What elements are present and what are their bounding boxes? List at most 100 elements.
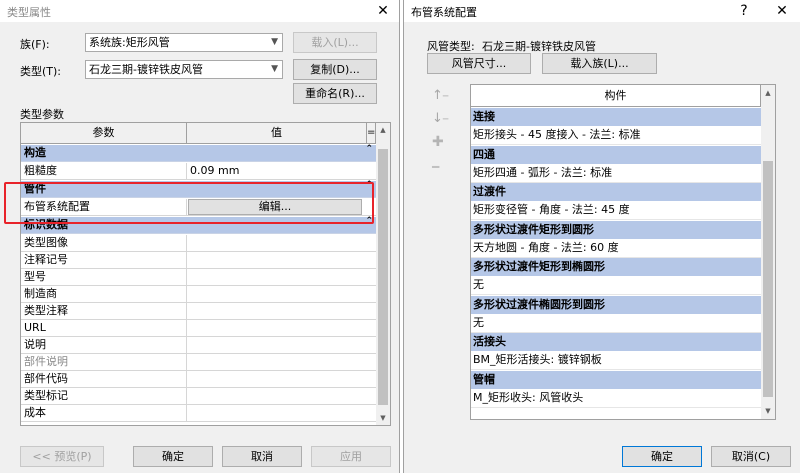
list-item[interactable]: 矩形变径管 - 角度 - 法兰: 45 度 — [471, 201, 761, 220]
grid-row[interactable]: 类型图像 — [21, 235, 376, 252]
section-label: 构造 — [24, 146, 46, 159]
list-section-header: 多形状过渡件矩形到椭圆形 — [471, 258, 761, 276]
list-item[interactable]: 无 — [471, 313, 761, 333]
list-item[interactable]: BM_矩形活接头: 镀锌钢板 — [471, 351, 761, 370]
scroll-up-icon[interactable]: ▲ — [376, 126, 390, 134]
chevron-down-icon: ▼ — [271, 64, 278, 74]
divider — [186, 354, 187, 371]
family-label: 族(F): — [20, 38, 50, 51]
move-up-icon[interactable]: ↑─ — [432, 88, 448, 103]
close-icon[interactable]: ✕ — [373, 2, 393, 20]
type-select[interactable]: 石龙三期-镀锌铁皮风管 ▼ — [85, 60, 283, 79]
grid-row[interactable]: URL — [21, 320, 376, 337]
grid-row[interactable]: 制造商 — [21, 286, 376, 303]
grid-row-roughness[interactable]: 粗糙度 0.09 mm — [21, 163, 376, 180]
param-name: 说明 — [24, 338, 46, 351]
grid-row[interactable]: 部件说明 — [21, 354, 376, 371]
divider — [186, 405, 187, 422]
ok-button[interactable]: 确定 — [133, 446, 213, 467]
family-select-value: 系统族:矩形风管 — [89, 36, 170, 49]
type-label: 类型(T): — [20, 65, 62, 78]
load-button[interactable]: 载入(L)... — [293, 32, 377, 53]
param-name: 类型注释 — [24, 304, 68, 317]
copy-button[interactable]: 复制(D)... — [293, 59, 377, 80]
title-bar: 布管系统配置 ? ✕ — [404, 0, 800, 22]
list-item[interactable]: 无 — [471, 276, 761, 295]
divider — [186, 286, 187, 303]
scroll-up-icon[interactable]: ▲ — [761, 89, 775, 97]
grid-row[interactable]: 型号 — [21, 269, 376, 286]
grid-row[interactable]: 注释记号 — [21, 252, 376, 269]
list-section-header: 管帽 — [471, 370, 761, 389]
param-name: 成本 — [24, 406, 46, 419]
param-name: URL — [24, 321, 46, 334]
chevron-down-icon: ▼ — [271, 37, 278, 47]
grid-row[interactable]: 类型注释 — [21, 303, 376, 320]
cancel-button[interactable]: 取消 — [222, 446, 302, 467]
column-header-value[interactable]: 值 — [187, 123, 367, 144]
param-name: 部件说明 — [24, 355, 68, 368]
param-name: 类型图像 — [24, 236, 68, 249]
preview-button[interactable]: << 预览(P) — [20, 446, 104, 467]
grid-row[interactable]: 类型标记 — [21, 388, 376, 405]
highlight-box — [4, 182, 374, 224]
type-select-value: 石龙三期-镀锌铁皮风管 — [89, 63, 203, 76]
divider — [186, 303, 187, 320]
list-section-header: 活接头 — [471, 333, 761, 351]
column-header-component[interactable]: 构件 — [471, 85, 761, 107]
list-item[interactable]: 矩形接头 - 45 度接入 - 法兰: 标准 — [471, 126, 761, 145]
divider — [186, 252, 187, 269]
list-item[interactable]: 矩形四通 - 弧形 - 法兰: 标准 — [471, 163, 761, 183]
divider — [186, 388, 187, 405]
add-row-icon[interactable]: ✚ — [432, 134, 444, 150]
param-name: 粗糙度 — [24, 164, 57, 177]
grid-row[interactable]: 成本 — [21, 405, 376, 422]
list-section-header: 四通 — [471, 145, 761, 164]
dialog-title: 布管系统配置 — [411, 6, 477, 19]
dialog-title: 类型属性 — [7, 6, 51, 19]
move-down-glyph: ↓ — [432, 111, 443, 126]
remove-row-icon[interactable]: ━ — [432, 160, 439, 174]
duct-type-label: 风管类型: — [427, 40, 475, 53]
grid-scrollbar[interactable]: ▲ ▼ — [376, 123, 390, 425]
param-name: 制造商 — [24, 287, 57, 300]
move-down-icon[interactable]: ↓─ — [432, 111, 448, 126]
list-item[interactable]: 天方地圆 - 角度 - 法兰: 60 度 — [471, 238, 761, 258]
param-name: 型号 — [24, 270, 46, 283]
ok-button[interactable]: 确定 — [622, 446, 702, 467]
duct-sizes-button[interactable]: 风管尺寸... — [427, 53, 531, 74]
divider — [186, 320, 187, 337]
title-bar: 类型属性 ✕ — [0, 0, 399, 22]
scroll-thumb[interactable] — [763, 161, 773, 397]
section-construction[interactable]: 构造 ⌃ — [21, 144, 376, 162]
move-up-glyph: ↑ — [432, 88, 443, 103]
divider — [186, 163, 187, 180]
scroll-down-icon[interactable]: ▼ — [376, 414, 390, 422]
collapse-icon[interactable]: ⌃ — [365, 144, 373, 154]
scroll-down-icon[interactable]: ▼ — [761, 407, 775, 415]
divider — [186, 235, 187, 252]
rename-button[interactable]: 重命名(R)... — [293, 83, 377, 104]
column-header-parameter[interactable]: 参数 — [21, 123, 187, 144]
apply-button[interactable]: 应用 — [311, 446, 391, 467]
help-icon[interactable]: ? — [734, 2, 754, 20]
family-select[interactable]: 系统族:矩形风管 ▼ — [85, 33, 283, 52]
close-icon[interactable]: ✕ — [772, 2, 792, 20]
scroll-thumb[interactable] — [378, 149, 388, 405]
divider — [186, 269, 187, 286]
grid-row[interactable]: 说明 — [21, 337, 376, 354]
type-params-label: 类型参数 — [20, 108, 64, 121]
param-name: 部件代码 — [24, 372, 68, 385]
duct-type-value: 石龙三期-镀锌铁皮风管 — [482, 40, 596, 53]
cancel-button[interactable]: 取消(C) — [711, 446, 791, 467]
list-section-header: 连接 — [471, 108, 761, 126]
grid-row[interactable]: 部件代码 — [21, 371, 376, 388]
list-item[interactable]: M_矩形收头: 风管收头 — [471, 388, 761, 408]
list-scrollbar[interactable]: ▲ ▼ — [761, 85, 775, 419]
column-header-equals[interactable]: = — [367, 123, 376, 144]
type-properties-dialog: 类型属性 ✕ 族(F): 系统族:矩形风管 ▼ 载入(L)... 类型(T): … — [0, 0, 400, 473]
load-family-button[interactable]: 载入族(L)... — [542, 53, 657, 74]
list-section-header: 多形状过渡件椭圆形到圆形 — [471, 295, 761, 314]
list-section-header: 多形状过渡件矩形到圆形 — [471, 220, 761, 239]
list-section-header: 过渡件 — [471, 183, 761, 201]
